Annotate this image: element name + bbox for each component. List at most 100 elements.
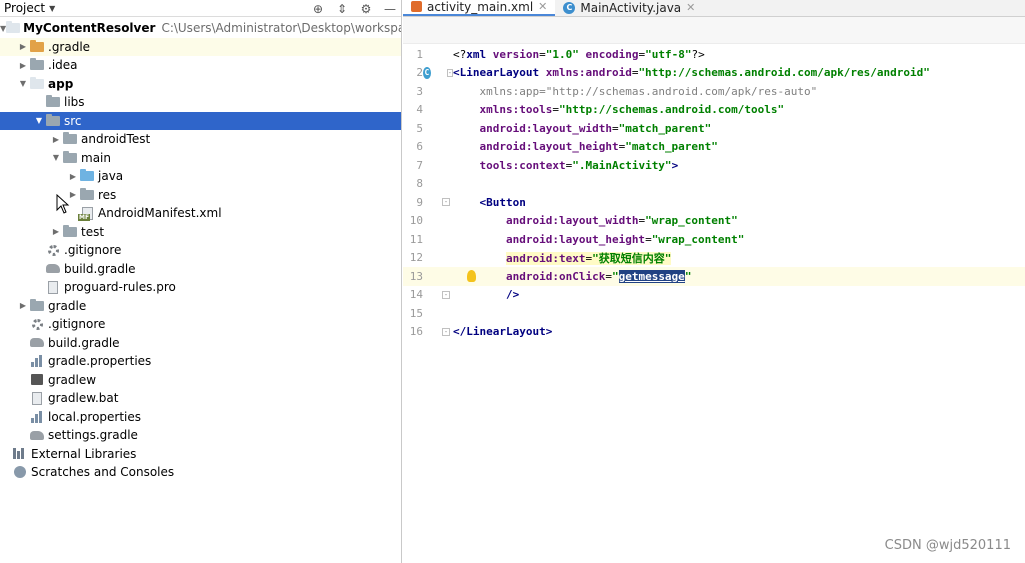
fold-icon[interactable]: - [442, 327, 450, 336]
tree-item[interactable]: gradle.properties [0, 352, 401, 371]
tree-item[interactable]: gradlew.bat [0, 389, 401, 408]
tree-item[interactable]: build.gradle [0, 334, 401, 353]
bars-icon [29, 410, 45, 424]
collapsed-arrow-icon[interactable]: ▶ [17, 42, 29, 51]
code-line[interactable]: 13 android:onClick="getmessage" [403, 267, 1025, 286]
tab-label: MainActivity.java [580, 0, 682, 15]
code-line[interactable]: 6 android:layout_height="match_parent" [403, 138, 1025, 157]
project-path: C:\Users\Administrator\Desktop\workspace… [161, 21, 401, 36]
gutter [423, 45, 453, 64]
tree-item[interactable]: External Libraries [0, 445, 401, 464]
tree-item[interactable]: libs [0, 93, 401, 112]
class-gutter-icon[interactable]: C [423, 66, 431, 79]
locate-icon[interactable]: ⊕ [311, 2, 325, 16]
watermark: CSDN @wjd520111 [884, 538, 1011, 553]
folder-icon [45, 95, 61, 109]
editor-tab[interactable]: C MainActivity.java ✕ [555, 0, 703, 16]
panel-toolbar: ⊕ ⇕ ⚙ — [311, 0, 397, 17]
expanded-arrow-icon[interactable]: ▼ [50, 153, 62, 162]
code-line[interactable]: 8 [403, 175, 1025, 194]
project-panel: Project ▼ ⊕ ⇕ ⚙ — ▼ MyContentResolver C:\U… [0, 0, 402, 563]
folder-white-icon [29, 76, 45, 91]
tree-item-label: androidTest [81, 132, 151, 147]
tree-item-label: External Libraries [31, 446, 137, 461]
collapsed-arrow-icon[interactable]: ▶ [50, 227, 62, 236]
tree-item[interactable]: ▶ test [0, 223, 401, 242]
code-line[interactable]: 3 xmlns:app="http://schemas.android.com/… [403, 82, 1025, 101]
code-text: xmlns:app="http://schemas.android.com/ap… [479, 84, 818, 98]
file-icon [45, 280, 61, 294]
editor-tab[interactable]: activity_main.xml ✕ [403, 0, 556, 16]
tree-item-label: Scratches and Consoles [31, 465, 175, 480]
tree-item[interactable]: ▶ androidTest [0, 130, 401, 149]
code-line[interactable]: 12 android:text="获取短信内容" [403, 249, 1025, 268]
project-panel-header: Project ▼ ⊕ ⇕ ⚙ — [0, 0, 401, 17]
project-view-selector[interactable]: Project ▼ [0, 1, 55, 15]
tree-item-label: res [98, 187, 117, 202]
elephant-icon [29, 336, 45, 350]
code-text: android:layout_height="wrap_content" [505, 232, 745, 246]
code-text: android:onClick="getmessage" [505, 269, 692, 283]
elephant-icon [45, 262, 61, 276]
intention-bulb-icon[interactable] [467, 270, 476, 282]
code-line[interactable]: 5 android:layout_width="match_parent" [403, 119, 1025, 138]
gutter: - [423, 286, 453, 305]
collapsed-arrow-icon[interactable]: ▶ [17, 301, 29, 310]
fold-icon[interactable]: - [446, 68, 453, 77]
tree-item-label: gradlew.bat [48, 391, 119, 406]
code-line[interactable]: 2 C - <LinearLayout xmlns:android="http://s… [403, 64, 1025, 83]
line-number: 8 [416, 177, 423, 191]
code-line[interactable]: 16 - </LinearLayout> [403, 323, 1025, 342]
tree-item[interactable]: ▶ .gradle [0, 37, 401, 56]
tree-item[interactable]: local.properties [0, 408, 401, 427]
collapsed-arrow-icon[interactable]: ▶ [50, 135, 62, 144]
code-editor[interactable]: 1 <?xml version="1.0" encoding="utf-8"?> 2… [403, 45, 1025, 341]
project-tree: ▼ MyContentResolver C:\Users\Administrator… [0, 19, 401, 482]
line-number: 15 [409, 306, 423, 320]
tree-item[interactable]: gradlew [0, 371, 401, 390]
code-line[interactable]: 14 - /> [403, 286, 1025, 305]
tree-item[interactable]: settings.gradle [0, 426, 401, 445]
fold-icon[interactable]: - [442, 198, 450, 207]
code-line[interactable]: 7 tools:context=".MainActivity"> [403, 156, 1025, 175]
code-line[interactable]: 1 <?xml version="1.0" encoding="utf-8"?> [403, 45, 1025, 64]
code-line[interactable]: 15 [403, 304, 1025, 323]
tree-item[interactable]: Scratches and Consoles [0, 463, 401, 482]
tree-item[interactable]: build.gradle [0, 260, 401, 279]
close-icon[interactable]: ✕ [538, 0, 547, 13]
gutter [423, 267, 453, 286]
code-line[interactable]: 10 android:layout_width="wrap_content" [403, 212, 1025, 231]
code-text: <LinearLayout xmlns:android="http://sche… [453, 66, 930, 80]
editor-pane: activity_main.xml ✕ C MainActivity.java ✕ 1 <… [403, 0, 1025, 563]
minimize-icon[interactable]: — [383, 2, 397, 16]
code-line[interactable]: 11 android:layout_height="wrap_content" [403, 230, 1025, 249]
tree-item[interactable]: ▼ src [0, 111, 401, 130]
tree-item[interactable]: ▼ app [0, 75, 401, 94]
file-icon [29, 391, 45, 405]
tree-item[interactable]: ▶ java [0, 167, 401, 186]
tree-item[interactable]: ▶ gradle [0, 297, 401, 316]
line-number: 6 [416, 140, 423, 154]
gutter [423, 82, 453, 101]
code-line[interactable]: 4 xmlns:tools="http://schemas.android.co… [403, 101, 1025, 120]
folder-icon [62, 224, 78, 239]
code-line[interactable]: 9 - <Button [403, 193, 1025, 212]
line-number: 12 [409, 251, 423, 265]
tree-item-label: MyContentResolver [23, 21, 156, 36]
line-number: 10 [409, 214, 423, 228]
fold-icon[interactable]: - [442, 290, 450, 299]
tree-item[interactable]: .gitignore [0, 241, 401, 260]
tree-item[interactable]: ▼ main [0, 149, 401, 168]
collapse-all-icon[interactable]: ⇕ [335, 2, 349, 16]
tree-item[interactable]: proguard-rules.pro [0, 278, 401, 297]
gear-icon[interactable]: ⚙ [359, 2, 373, 16]
collapsed-arrow-icon[interactable]: ▶ [17, 61, 29, 70]
close-icon[interactable]: ✕ [686, 1, 695, 14]
collapsed-arrow-icon[interactable]: ▶ [67, 172, 79, 181]
tree-item[interactable]: ▼ MyContentResolver C:\Users\Administrator… [0, 19, 401, 38]
expanded-arrow-icon[interactable]: ▼ [17, 79, 29, 88]
manifest-icon [78, 206, 95, 222]
expanded-arrow-icon[interactable]: ▼ [33, 116, 45, 125]
tree-item[interactable]: ▶ .idea [0, 56, 401, 75]
tree-item[interactable]: .gitignore [0, 315, 401, 334]
